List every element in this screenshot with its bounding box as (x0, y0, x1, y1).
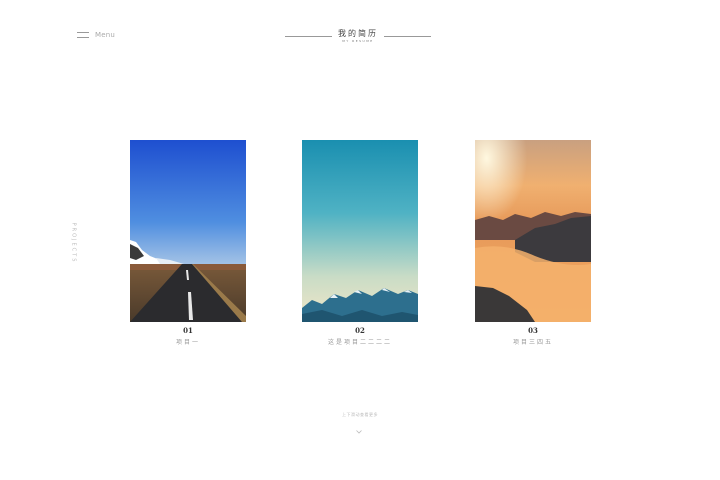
project-card-2[interactable]: 02 这是项目二二二二 (302, 140, 418, 346)
project-number: 03 (528, 326, 538, 335)
page-subtitle: MY RESUME (342, 39, 374, 43)
page-header: 我的简历 MY RESUME (0, 26, 720, 46)
project-card-3[interactable]: 03 项目三四五 (475, 140, 591, 346)
sunset-clouds-photo[interactable] (475, 140, 591, 322)
header-divider-left (285, 36, 332, 37)
project-name[interactable]: 项目三四五 (475, 337, 591, 346)
sky-mountain-photo[interactable] (302, 140, 418, 322)
project-name[interactable]: 项目一 (130, 337, 246, 346)
road-mountain-photo[interactable] (130, 140, 246, 322)
section-side-label: PROJECTS (70, 222, 77, 264)
header-divider-right (384, 36, 431, 37)
scroll-hint: 上下滑动查看更多 (342, 412, 378, 417)
project-number: 01 (183, 326, 193, 335)
chevron-down-icon[interactable] (356, 420, 362, 434)
project-number: 02 (355, 326, 365, 335)
project-card-1[interactable]: 01 项目一 (130, 140, 246, 346)
project-name[interactable]: 这是项目二二二二 (302, 337, 418, 346)
page-title: 我的简历 (338, 29, 378, 38)
